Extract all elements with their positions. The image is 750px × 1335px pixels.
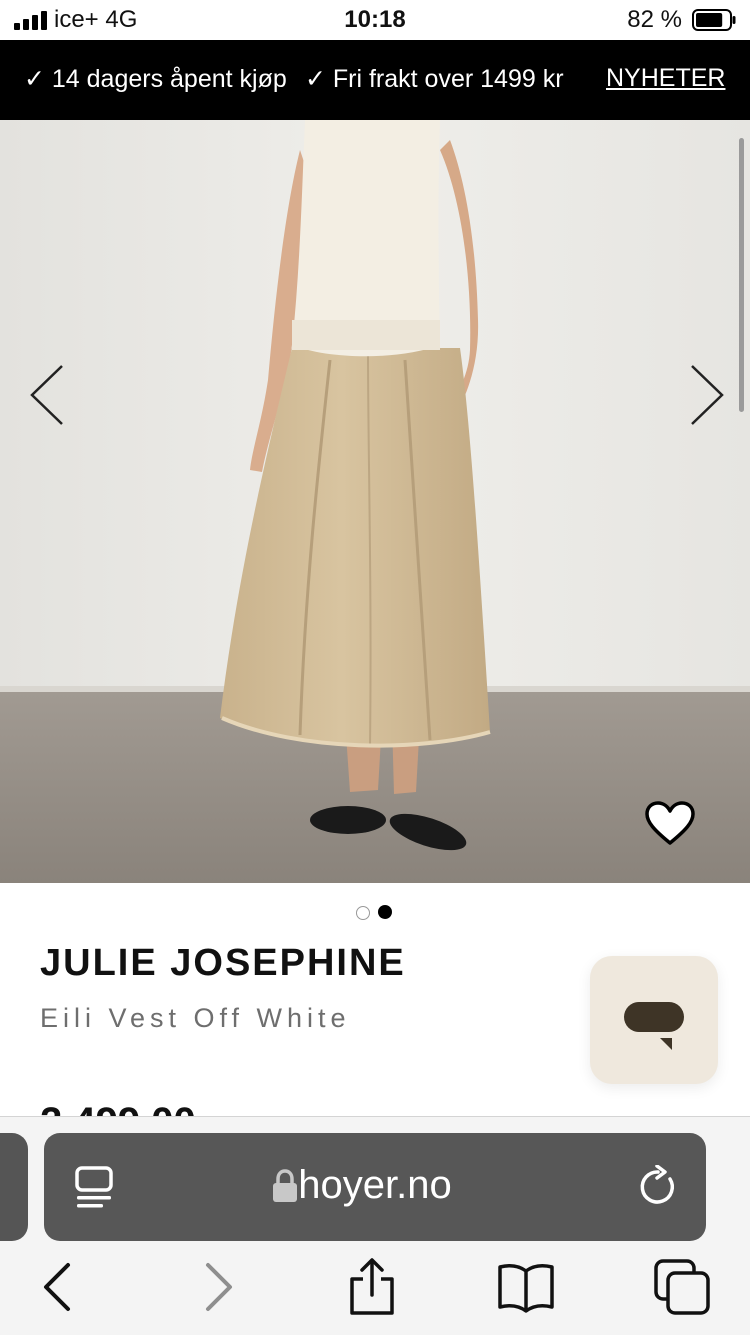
promo-return-policy: ✓ 14 dagers åpent kjøp <box>24 65 287 93</box>
promo-bar: ✓ 14 dagers åpent kjøp ✓ Fri frakt over … <box>0 40 750 120</box>
battery-icon <box>692 9 736 31</box>
browser-toolbar: hoyer.no <box>0 1116 750 1335</box>
pagination-dot-active[interactable] <box>378 905 392 919</box>
product-image-gallery[interactable] <box>0 120 750 883</box>
chat-bubble-icon <box>624 1002 684 1050</box>
chevron-left-icon[interactable] <box>22 360 72 430</box>
scrollbar[interactable] <box>739 138 744 412</box>
product-name: Eili Vest Off White <box>40 1003 351 1033</box>
previous-tab-preview[interactable] <box>0 1133 28 1241</box>
promo-free-shipping: ✓ Fri frakt over 1499 kr <box>305 65 564 93</box>
pagination-dot[interactable] <box>356 906 370 920</box>
chat-button[interactable] <box>590 956 718 1084</box>
url-text: hoyer.no <box>298 1163 452 1207</box>
status-bar: ice+ 4G 10:18 82 % <box>0 0 750 40</box>
address-bar[interactable]: hoyer.no <box>44 1133 706 1241</box>
tabs-icon[interactable] <box>652 1257 712 1317</box>
news-link[interactable]: NYHETER <box>606 64 725 93</box>
product-photo <box>0 120 750 883</box>
forward-icon[interactable] <box>188 1257 248 1317</box>
bookmarks-icon[interactable] <box>496 1257 556 1317</box>
heart-icon[interactable] <box>644 800 696 846</box>
price-clipped: 2 499,00 kr <box>40 1098 240 1118</box>
brand-name[interactable]: JULIE JOSEPHINE <box>40 942 406 985</box>
chevron-right-icon[interactable] <box>682 360 732 430</box>
share-icon[interactable] <box>342 1257 402 1317</box>
reload-icon[interactable] <box>636 1165 680 1209</box>
back-icon[interactable] <box>28 1257 88 1317</box>
battery-percent: 82 % <box>627 6 682 33</box>
